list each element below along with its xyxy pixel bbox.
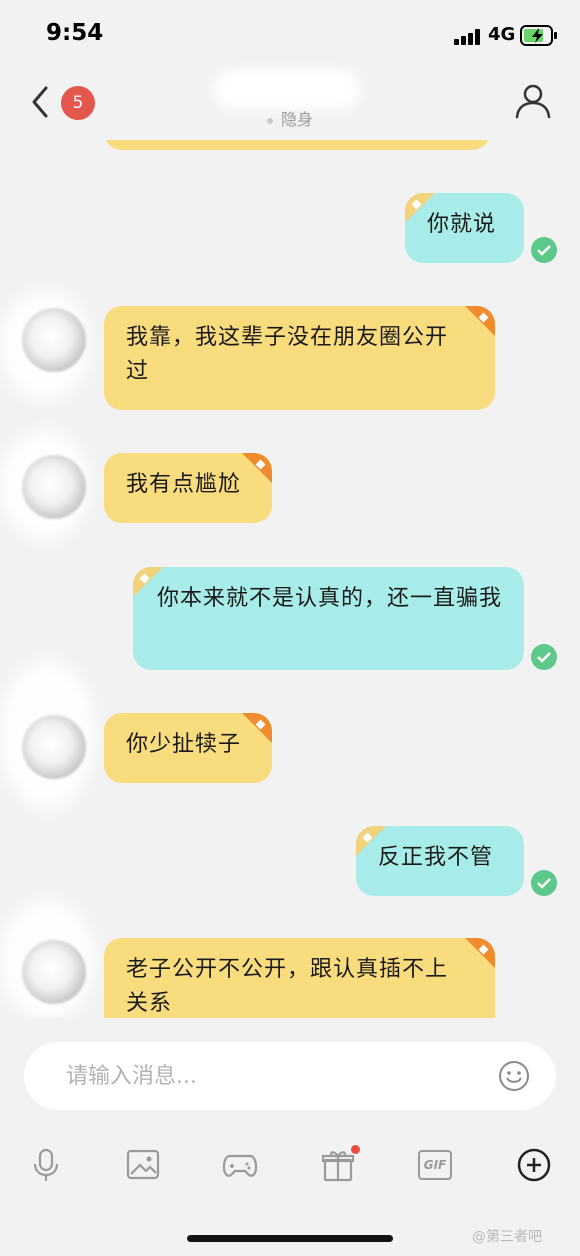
corner-badge-icon — [405, 193, 435, 223]
corner-badge-icon — [465, 938, 495, 968]
signal-icon — [454, 29, 480, 45]
contact-avatar[interactable] — [22, 308, 86, 372]
contact-avatar[interactable] — [22, 715, 86, 779]
gif-icon[interactable]: GIF — [418, 1150, 452, 1180]
contact-avatar[interactable] — [22, 940, 86, 1004]
message-text: 老子公开不公开，跟认真插不上关系 — [126, 957, 449, 1016]
corner-badge-icon — [465, 306, 495, 336]
watermark: @第三者吧 — [472, 1229, 542, 1245]
message-bubble-outgoing[interactable]: 反正我不管 — [356, 826, 524, 896]
read-check-icon — [531, 237, 557, 263]
message-text: 我靠，我这辈子没在朋友圈公开过 — [126, 325, 449, 384]
message-bubble-incoming[interactable]: 我靠，我这辈子没在朋友圈公开过 — [104, 306, 495, 410]
message-text: 你少扯犊子 — [126, 732, 242, 757]
message-bubble-outgoing[interactable]: 你就说 — [405, 193, 524, 263]
contact-avatar[interactable] — [22, 455, 86, 519]
message-bubble-outgoing[interactable]: 你本来就不是认真的，还一直骗我 — [133, 567, 524, 670]
plus-icon[interactable] — [516, 1147, 552, 1183]
status-dot-icon — [266, 117, 273, 124]
notification-dot — [351, 1145, 360, 1154]
gif-label: GIF — [423, 1158, 447, 1172]
message-bubble-incoming[interactable]: 你少扯犊子 — [104, 713, 272, 783]
message-text: 我有点尴尬 — [126, 472, 242, 497]
home-indicator[interactable] — [187, 1235, 393, 1242]
emoji-icon[interactable] — [498, 1060, 530, 1092]
corner-badge-icon — [242, 453, 272, 483]
message-composer[interactable] — [24, 1042, 556, 1110]
message-list[interactable]: 你就说 我靠，我这辈子没在朋友圈公开过 我有点尴尬 你本来就不是认真的，还一直骗… — [0, 140, 580, 1018]
corner-badge-icon — [356, 826, 386, 856]
profile-icon[interactable] — [514, 82, 552, 120]
battery-charging-icon — [520, 25, 557, 46]
message-input[interactable] — [66, 1056, 486, 1096]
online-status: 隐身 — [0, 106, 580, 130]
message-bubble-incoming[interactable]: 老子公开不公开，跟认真插不上关系 — [104, 938, 495, 1018]
message-bubble-incoming[interactable]: 我有点尴尬 — [104, 453, 272, 523]
corner-badge-icon — [242, 713, 272, 743]
read-check-icon — [531, 644, 557, 670]
message-text: 你本来就不是认真的，还一直骗我 — [157, 586, 503, 611]
contact-name-redacted — [215, 70, 360, 110]
read-check-icon — [531, 870, 557, 896]
online-status-text: 隐身 — [280, 110, 313, 129]
message-text: 反正我不管 — [378, 845, 494, 870]
network-type: 4G — [488, 24, 516, 45]
chat-header: 5 隐身 — [0, 70, 580, 140]
corner-badge-icon — [133, 567, 163, 597]
message-bubble-partial — [104, 140, 490, 150]
status-time: 9:54 — [46, 20, 104, 46]
image-icon[interactable] — [125, 1147, 161, 1183]
input-toolbar: GIF — [0, 1140, 580, 1192]
gamepad-icon[interactable] — [222, 1147, 258, 1183]
microphone-icon[interactable] — [28, 1147, 64, 1183]
status-bar: 9:54 4G — [0, 0, 580, 70]
gift-icon[interactable] — [320, 1147, 356, 1183]
